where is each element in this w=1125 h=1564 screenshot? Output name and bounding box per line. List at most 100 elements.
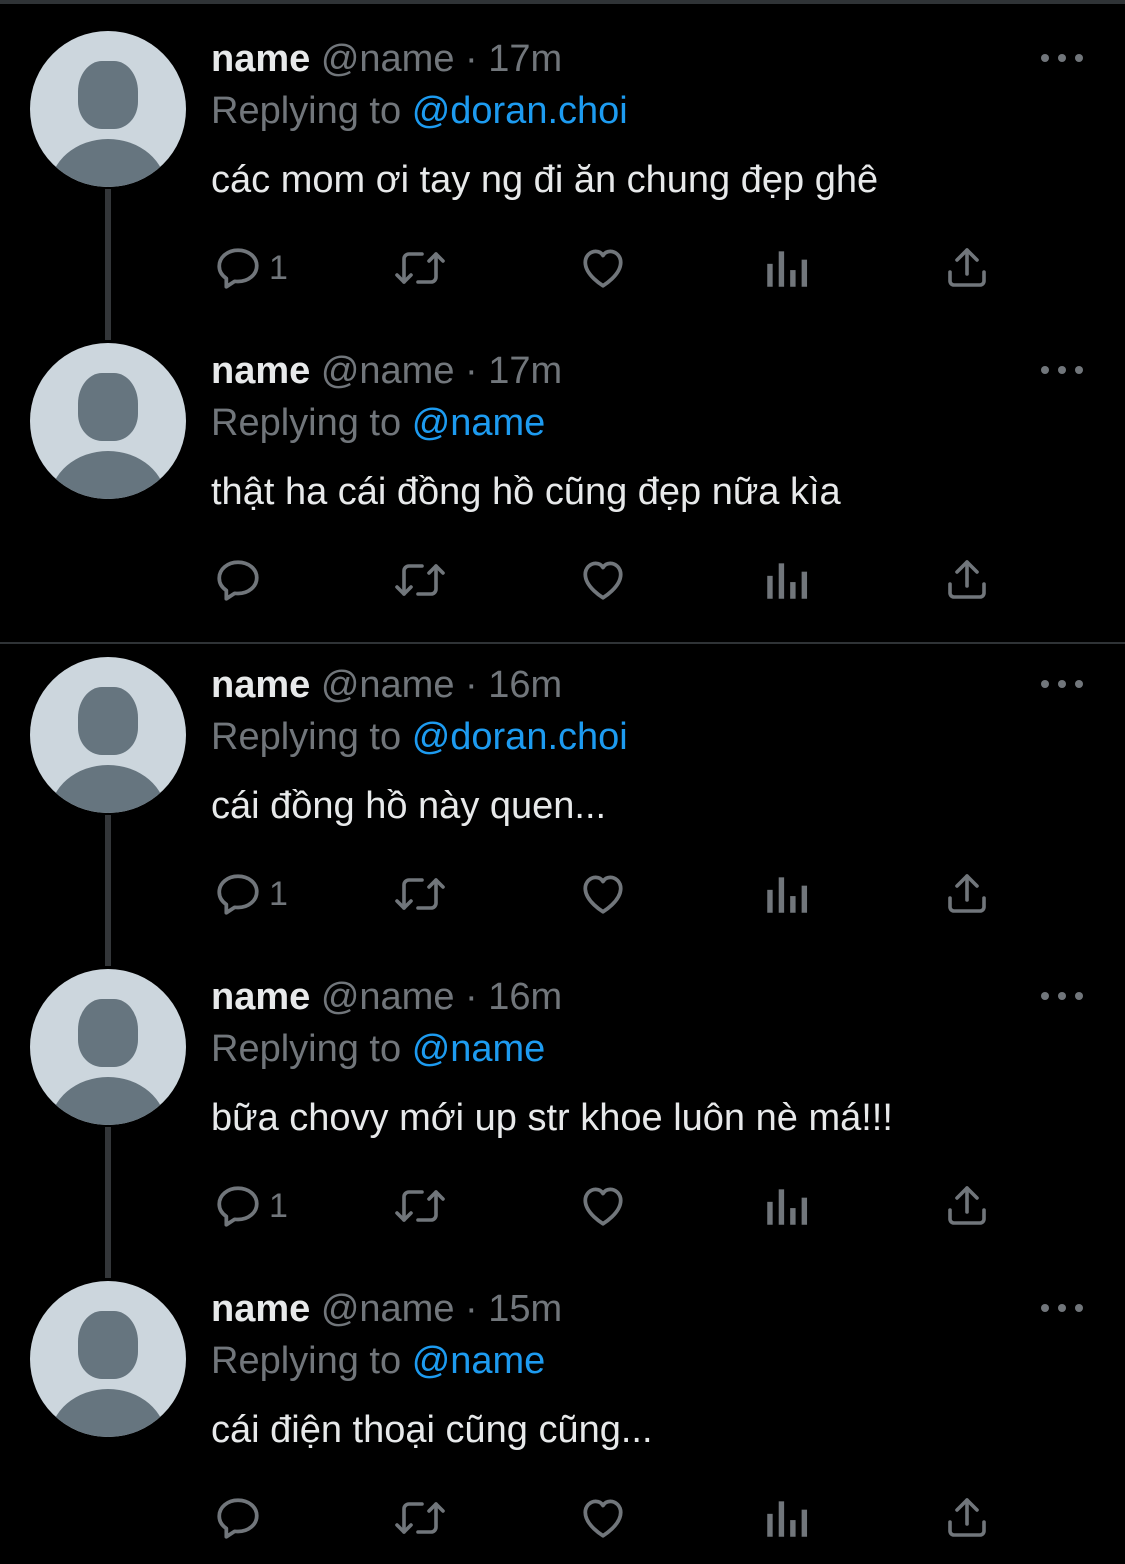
views-button[interactable] — [763, 238, 809, 298]
tweet-header: name @name · 16m — [211, 662, 562, 708]
reply-button[interactable] — [213, 550, 269, 610]
display-name[interactable]: name — [211, 1288, 310, 1330]
share-icon — [948, 1498, 986, 1537]
reply-button[interactable] — [213, 1488, 269, 1548]
user-handle[interactable]: @name — [321, 38, 455, 80]
bar-chart-icon — [767, 251, 808, 287]
replying-to-mention[interactable]: @doran.choi — [412, 90, 628, 132]
avatar-body — [50, 1389, 166, 1437]
avatar[interactable] — [30, 1281, 186, 1437]
retweet-button[interactable] — [392, 864, 448, 924]
like-button[interactable] — [578, 1176, 628, 1236]
replying-to-label: Replying to — [211, 1028, 402, 1070]
more-dots-icon[interactable] — [1041, 362, 1083, 378]
avatar-head — [78, 61, 138, 129]
user-handle[interactable]: @name — [321, 664, 455, 706]
retweet-button[interactable] — [392, 238, 448, 298]
tweet-actions — [0, 550, 1125, 610]
avatar-body — [50, 765, 166, 813]
user-handle[interactable]: @name — [321, 1288, 455, 1330]
replying-to: Replying to @doran.choi — [211, 88, 628, 134]
share-icon — [948, 248, 986, 287]
tweet-text: cái điện thoại cũng cũng... — [211, 1409, 653, 1451]
speech-bubble-icon — [217, 560, 259, 601]
avatar-head — [78, 1311, 138, 1379]
display-name[interactable]: name — [211, 664, 310, 706]
user-handle[interactable]: @name — [321, 350, 455, 392]
like-button[interactable] — [578, 550, 628, 610]
tweet-text: các mom ơi tay ng đi ăn chung đẹp ghê — [211, 159, 879, 201]
speech-bubble-icon — [217, 874, 259, 915]
bar-chart-icon — [767, 1501, 808, 1537]
more-dots-icon[interactable] — [1041, 988, 1083, 1004]
tweet[interactable]: name @name · 17m Replying to @name thật … — [0, 312, 1125, 624]
replying-to: Replying to @name — [211, 1026, 545, 1072]
avatar-head — [78, 687, 138, 755]
share-button[interactable] — [943, 1488, 991, 1548]
bar-chart-icon — [767, 563, 808, 599]
like-button[interactable] — [578, 864, 628, 924]
separator-dot: · — [465, 976, 478, 1018]
more-dots-icon[interactable] — [1041, 676, 1083, 692]
avatar[interactable] — [30, 657, 186, 813]
timestamp[interactable]: 16m — [488, 664, 562, 706]
tweet-actions: 1 — [0, 1176, 1125, 1236]
retweet-button[interactable] — [392, 1488, 448, 1548]
replying-to-mention[interactable]: @doran.choi — [412, 716, 628, 758]
speech-bubble-icon — [217, 1498, 259, 1539]
reply-count: 1 — [269, 874, 288, 913]
like-button[interactable] — [578, 238, 628, 298]
views-button[interactable] — [763, 550, 809, 610]
display-name[interactable]: name — [211, 350, 310, 392]
tweet[interactable]: name @name · 16m Replying to @name bữa c… — [0, 938, 1125, 1278]
bar-chart-icon — [767, 877, 808, 913]
display-name[interactable]: name — [211, 976, 310, 1018]
share-button[interactable] — [943, 238, 991, 298]
avatar[interactable] — [30, 969, 186, 1125]
separator-dot: · — [465, 38, 478, 80]
share-button[interactable] — [943, 550, 991, 610]
more-dots-icon[interactable] — [1041, 50, 1083, 66]
tweet-header: name @name · 16m — [211, 974, 562, 1020]
share-icon — [948, 560, 986, 599]
share-icon — [948, 1186, 986, 1225]
tweet[interactable]: name @name · 15m Replying to @name cái đ… — [0, 1250, 1125, 1562]
timestamp[interactable]: 17m — [488, 350, 562, 392]
views-button[interactable] — [763, 1176, 809, 1236]
retweet-button[interactable] — [392, 550, 448, 610]
tweet-text: bữa chovy mới up str khoe luôn nè má!!! — [211, 1097, 893, 1139]
retweet-icon — [395, 252, 445, 284]
reply-button[interactable]: 1 — [213, 238, 288, 298]
avatar[interactable] — [30, 31, 186, 187]
replying-to-mention[interactable]: @name — [412, 1340, 546, 1382]
retweet-button[interactable] — [392, 1176, 448, 1236]
display-name[interactable]: name — [211, 38, 310, 80]
tweet-actions: 1 — [0, 864, 1125, 924]
replying-to-mention[interactable]: @name — [412, 402, 546, 444]
retweet-icon — [395, 564, 445, 596]
avatar[interactable] — [30, 343, 186, 499]
user-handle[interactable]: @name — [321, 976, 455, 1018]
avatar-head — [78, 373, 138, 441]
share-button[interactable] — [943, 1176, 991, 1236]
tweet[interactable]: name @name · 16m Replying to @doran.choi… — [0, 626, 1125, 966]
reply-button[interactable]: 1 — [213, 864, 288, 924]
replying-to-label: Replying to — [211, 90, 402, 132]
like-button[interactable] — [578, 1488, 628, 1548]
timestamp[interactable]: 15m — [488, 1288, 562, 1330]
retweet-icon — [395, 1502, 445, 1534]
heart-icon — [583, 875, 623, 914]
tweet-text: cái đồng hồ này quen... — [211, 785, 607, 827]
timestamp[interactable]: 17m — [488, 38, 562, 80]
reply-button[interactable]: 1 — [213, 1176, 288, 1236]
more-dots-icon[interactable] — [1041, 1300, 1083, 1316]
views-button[interactable] — [763, 1488, 809, 1548]
separator-dot: · — [465, 350, 478, 392]
tweet[interactable]: name @name · 17m Replying to @doran.choi… — [0, 0, 1125, 340]
separator-dot: · — [465, 664, 478, 706]
views-button[interactable] — [763, 864, 809, 924]
timestamp[interactable]: 16m — [488, 976, 562, 1018]
replying-to-mention[interactable]: @name — [412, 1028, 546, 1070]
share-button[interactable] — [943, 864, 991, 924]
replying-to-label: Replying to — [211, 402, 402, 444]
